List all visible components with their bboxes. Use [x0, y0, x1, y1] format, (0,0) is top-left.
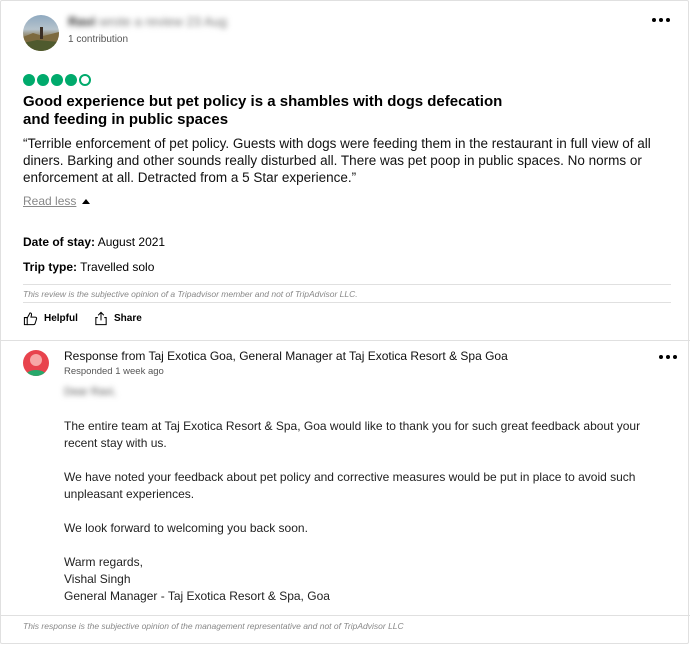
divider	[23, 284, 671, 285]
divider	[1, 340, 690, 341]
trip-type-value: Travelled solo	[80, 260, 155, 274]
read-less-link[interactable]: Read less	[23, 194, 91, 208]
helpful-button[interactable]: Helpful	[23, 311, 78, 326]
response-disclaimer: This response is the subjective opinion …	[23, 621, 404, 631]
share-icon[interactable]	[94, 311, 108, 326]
reviewer-name-text[interactable]: Ravi	[68, 14, 95, 29]
rating-bubble-filled-icon	[23, 74, 35, 86]
response-greeting-blurred: Dear Ravi,	[64, 386, 116, 398]
review-title: Good experience but pet policy is a sham…	[23, 93, 503, 128]
reviewer-subline-text: wrote a review 23 Aug	[99, 14, 227, 29]
trip-type-label: Trip type:	[23, 260, 78, 274]
helpful-label[interactable]: Helpful	[44, 313, 78, 324]
review-text: “Terrible enforcement of pet policy. Gue…	[23, 136, 651, 185]
caret-up-icon[interactable]	[82, 198, 91, 204]
review-disclaimer: This review is the subjective opinion of…	[23, 289, 358, 299]
trip-type: Trip type: Travelled solo	[23, 260, 154, 274]
rating-bubbles	[23, 74, 91, 86]
contribution-count: 1 contribution	[68, 34, 129, 45]
response-signer-name: Vishal Singh	[64, 572, 131, 586]
response-signer-title: General Manager - Taj Exotica Resort & S…	[64, 589, 330, 603]
reviewer-name[interactable]: Ravi wrote a review 23 Aug	[68, 14, 227, 29]
share-label[interactable]: Share	[114, 313, 142, 324]
divider	[1, 615, 690, 616]
reviewer-avatar[interactable]	[23, 15, 59, 51]
rating-bubble-filled-icon	[51, 74, 63, 86]
date-of-stay: Date of stay: August 2021	[23, 235, 165, 249]
response-paragraph: We have noted your feedback about pet po…	[64, 470, 636, 501]
response-title: Response from Taj Exotica Goa, General M…	[64, 349, 508, 363]
date-of-stay-label: Date of stay:	[23, 235, 96, 249]
rating-bubble-empty-icon	[79, 74, 91, 86]
read-less-label[interactable]: Read less	[23, 194, 76, 208]
divider	[23, 302, 671, 303]
date-of-stay-value: August 2021	[97, 235, 166, 249]
rating-bubble-filled-icon	[37, 74, 49, 86]
response-date: Responded 1 week ago	[64, 366, 164, 377]
response-avatar	[23, 350, 49, 376]
response-paragraph: The entire team at Taj Exotica Resort & …	[64, 419, 641, 450]
review-card: Ravi wrote a review 23 Aug 1 contributio…	[0, 0, 690, 644]
share-button[interactable]: Share	[94, 311, 142, 326]
rating-bubble-filled-icon	[65, 74, 77, 86]
response-more-options-icon[interactable]	[656, 349, 680, 365]
response-signoff: Warm regards,	[64, 555, 143, 569]
review-more-options-icon[interactable]	[649, 12, 673, 28]
response-paragraph: We look forward to welcoming you back so…	[64, 521, 308, 535]
thumbs-up-icon[interactable]	[23, 311, 38, 326]
